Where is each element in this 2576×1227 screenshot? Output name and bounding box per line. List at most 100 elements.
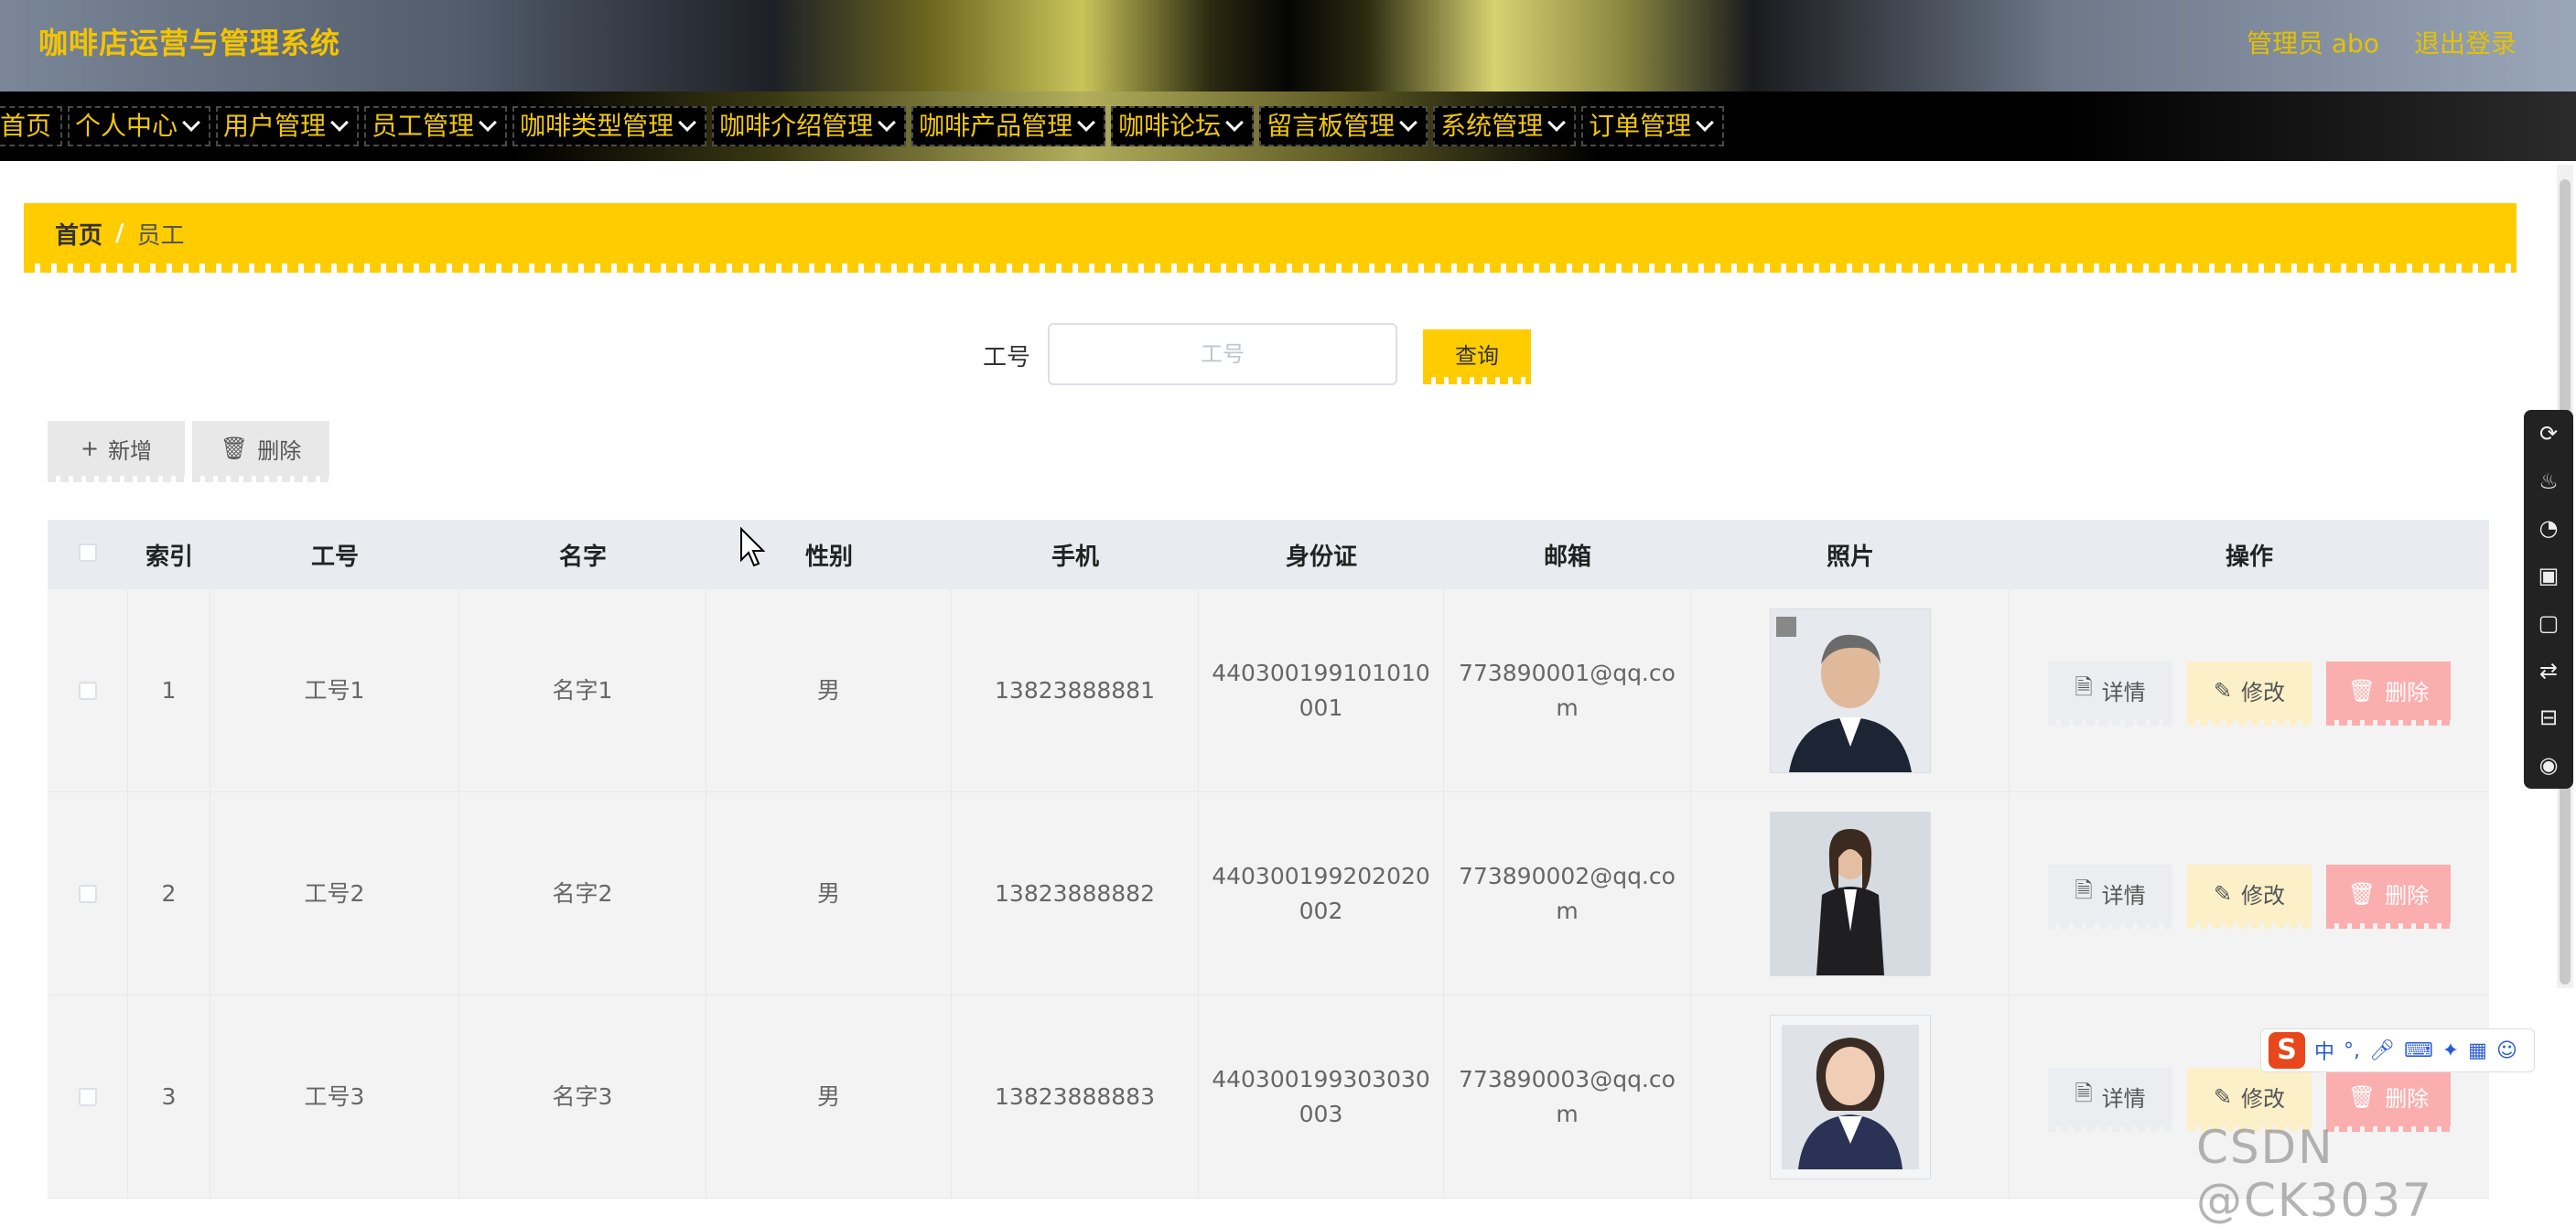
sex-cell: 男: [706, 792, 952, 995]
edit-button[interactable]: ✎ 修改: [2187, 1067, 2312, 1132]
keyboard-icon[interactable]: ⌨: [2404, 1039, 2433, 1062]
video-icon[interactable]: ▣: [2538, 563, 2560, 588]
detail-button[interactable]: 🗎︎ 详情: [2048, 661, 2172, 726]
row-select-cell: [48, 996, 128, 1198]
chevron-down-icon: [1399, 113, 1418, 132]
speed-icon[interactable]: ◔: [2539, 515, 2559, 541]
detail-label: 详情: [2101, 1086, 2146, 1112]
nav-label: 咖啡介绍管理: [719, 111, 874, 141]
swap-icon[interactable]: ⇄: [2539, 658, 2558, 683]
id-card-value: 440300199202020002: [1212, 862, 1430, 924]
nav-item-coffee-product-management[interactable]: 咖啡产品管理: [911, 106, 1106, 146]
name-cell: 名字2: [459, 792, 706, 995]
column-header: 工号: [310, 543, 359, 571]
edit-label: 修改: [2241, 680, 2286, 705]
search-label: 工号: [983, 344, 1031, 371]
breadcrumb-separator: /: [115, 220, 124, 247]
detail-label: 详情: [2101, 680, 2146, 705]
portrait-woman-icon: [1770, 1015, 1930, 1179]
nav-item-coffee-type-management[interactable]: 咖啡类型管理: [512, 106, 707, 146]
detail-button[interactable]: 🗎︎ 详情: [2048, 864, 2172, 929]
csdn-watermark: CSDN @CK3037: [2196, 1121, 2433, 1227]
index-cell: 1: [128, 589, 210, 791]
query-button[interactable]: 查询: [1423, 329, 1531, 384]
skin-icon[interactable]: ✦: [2442, 1039, 2459, 1062]
delete-button[interactable]: 🗑︎ 删除: [2326, 661, 2451, 726]
trash-icon: 🗑︎: [2347, 880, 2377, 907]
email-cell: 773890001@qq.com: [1444, 589, 1691, 791]
id-card-cell: 440300199303030003: [1199, 996, 1444, 1198]
employee-photo[interactable]: [1769, 608, 1931, 773]
nav-item-employee-management[interactable]: 员工管理: [364, 106, 508, 146]
sogou-logo-icon[interactable]: S: [2269, 1032, 2305, 1069]
nav-item-message-board-management[interactable]: 留言板管理: [1259, 106, 1428, 146]
employee-photo[interactable]: [1769, 1014, 1931, 1179]
row-checkbox[interactable]: [78, 681, 97, 700]
batch-delete-button[interactable]: 🗑︎ 删除: [192, 421, 329, 482]
nav-label: 订单管理: [1589, 111, 1692, 141]
nav-item-coffee-intro-management[interactable]: 咖啡介绍管理: [712, 106, 907, 146]
index-cell: 2: [128, 792, 210, 995]
row-select-cell: [48, 792, 128, 995]
photo-cell: [1691, 589, 2010, 791]
employee-number-search-input[interactable]: [1048, 323, 1397, 385]
operations-cell: 🗎︎ 详情 ✎ 修改 🗑︎ 删除: [2010, 589, 2489, 791]
table-row: 3 工号3 名字3 男 13823888883 4403001993030300…: [48, 996, 2489, 1199]
select-all-checkbox[interactable]: [79, 544, 97, 562]
table-row: 1 工号1 名字1 男 13823888881 4403001991010100…: [48, 589, 2489, 792]
ime-language-toggle[interactable]: 中: [2314, 1036, 2334, 1065]
employee-photo[interactable]: [1769, 811, 1931, 976]
employee-number-cell: 工号3: [210, 996, 459, 1198]
top-header: 咖啡店运营与管理系统 管理员 abo 退出登录: [0, 0, 2576, 91]
email-value: 773890002@qq.com: [1459, 862, 1676, 924]
nav-item-personal-center[interactable]: 个人中心: [68, 106, 211, 146]
document-icon: 🗎︎: [2075, 1081, 2093, 1106]
email-cell: 773890002@qq.com: [1444, 792, 1691, 995]
pencil-icon: ✎: [2213, 1083, 2233, 1110]
add-button-label: 新增: [108, 437, 153, 464]
chevron-down-icon: [479, 113, 497, 132]
nav-item-coffee-forum[interactable]: 咖啡论坛: [1111, 106, 1255, 146]
add-button[interactable]: + 新增: [48, 421, 185, 482]
batch-delete-label: 删除: [257, 437, 302, 464]
chevron-down-icon: [878, 113, 896, 132]
delete-button[interactable]: 🗑︎ 删除: [2326, 864, 2451, 929]
punctuation-icon[interactable]: °,: [2344, 1039, 2360, 1062]
chevron-down-icon: [1077, 113, 1096, 132]
nav-label: 首页: [0, 111, 52, 141]
nav-item-order-management[interactable]: 订单管理: [1581, 106, 1725, 146]
screen-record-icon[interactable]: ▢: [2538, 610, 2560, 636]
index-cell: 3: [128, 996, 210, 1198]
pencil-icon: ✎: [2213, 677, 2233, 704]
nav-label: 用户管理: [223, 111, 327, 141]
employee-number-cell: 工号1: [210, 589, 459, 791]
breadcrumb-home[interactable]: 首页: [55, 217, 102, 251]
employee-table: 索引 工号 名字 性别 手机 身份证 邮箱 照片 操作 1 工号1 名字1 男 …: [48, 520, 2489, 1199]
apps-grid-icon[interactable]: ▦: [2468, 1039, 2487, 1062]
delete-button[interactable]: 🗑︎ 删除: [2326, 1067, 2451, 1132]
microphone-icon[interactable]: 🎤︎: [2369, 1039, 2395, 1062]
chevron-down-icon: [330, 113, 349, 132]
nav-item-user-management[interactable]: 用户管理: [216, 106, 360, 146]
column-header: 手机: [1051, 543, 1099, 571]
flame-icon[interactable]: ♨: [2538, 468, 2559, 494]
portrait-man-icon: [1770, 608, 1930, 772]
mascot-icon[interactable]: ☺: [2496, 1039, 2517, 1062]
phone-cell: 13823888882: [952, 792, 1199, 995]
logout-link[interactable]: 退出登录: [2414, 24, 2517, 60]
column-header: 名字: [558, 543, 607, 571]
refresh-search-icon[interactable]: ⟳: [2539, 421, 2558, 447]
breadcrumb-current: 员工: [136, 221, 185, 250]
id-card-value: 440300199101010001: [1212, 659, 1430, 721]
row-select-cell: [48, 589, 128, 791]
edit-button[interactable]: ✎ 修改: [2187, 661, 2312, 726]
row-checkbox[interactable]: [78, 1087, 97, 1106]
column-header: 索引: [145, 543, 193, 571]
nav-item-home[interactable]: 首页: [0, 106, 63, 146]
edit-button[interactable]: ✎ 修改: [2187, 864, 2312, 929]
row-checkbox[interactable]: [78, 884, 97, 903]
camera-icon[interactable]: ◉: [2539, 752, 2559, 778]
translate-icon[interactable]: ⊟: [2539, 705, 2558, 730]
nav-item-system-management[interactable]: 系统管理: [1433, 106, 1577, 146]
detail-button[interactable]: 🗎︎ 详情: [2048, 1067, 2172, 1132]
